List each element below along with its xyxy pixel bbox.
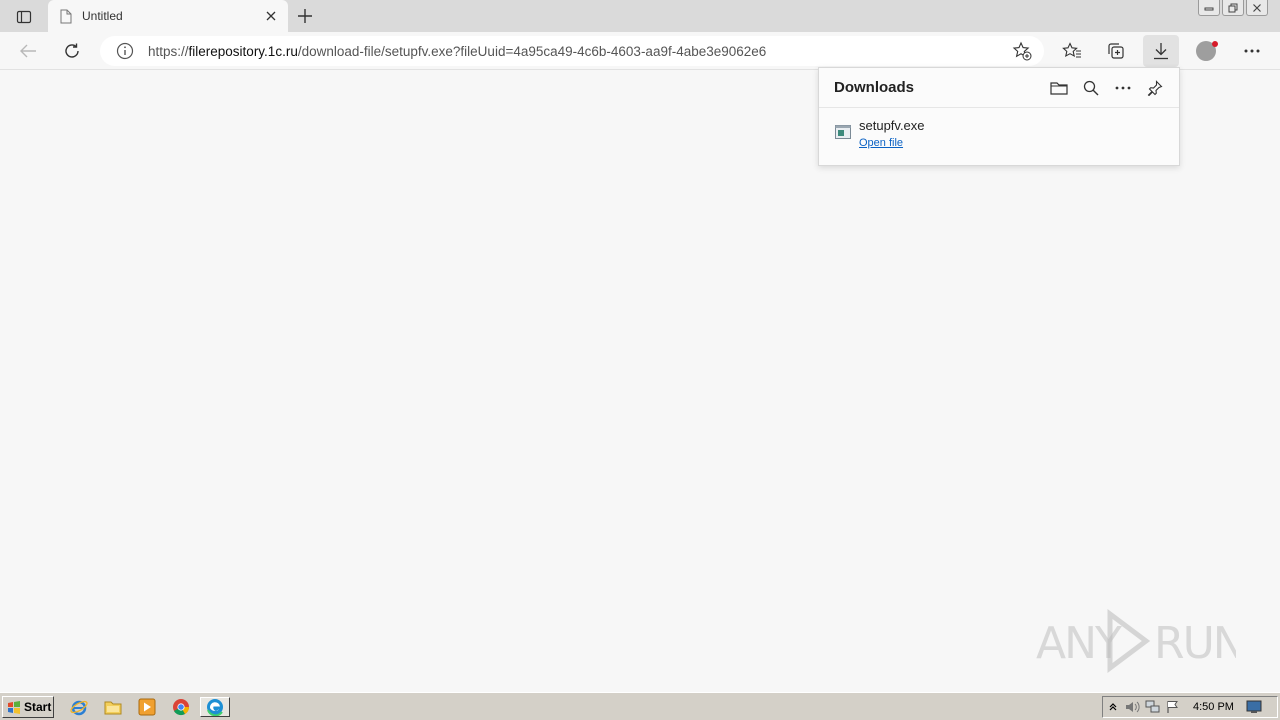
site-info-icon[interactable] [116,42,134,60]
start-label: Start [24,700,52,714]
refresh-icon [65,43,79,58]
search-downloads-button[interactable] [1079,76,1103,100]
edge-icon [207,699,223,716]
flag-icon [1167,701,1178,713]
download-icon [1154,43,1168,60]
network-button[interactable] [1143,698,1163,716]
taskbar-edge-button[interactable] [200,697,230,717]
add-favorite-button[interactable] [1012,41,1032,61]
search-icon [1083,80,1099,96]
browser-toolbar: https://filerepository.1c.ru/download-fi… [0,32,1280,70]
favorites-button[interactable] [1057,37,1087,65]
refresh-button[interactable] [57,37,87,65]
folder-explorer-icon [104,701,122,715]
download-item[interactable]: setupfv.exe Open file [835,118,925,151]
downloads-panel: Downloads setupfv.exe Open file [818,67,1180,166]
pin-icon [1147,80,1163,96]
network-icon [1145,700,1160,713]
restore-button[interactable] [1222,0,1244,16]
tab-close-button[interactable] [264,9,278,23]
downloads-panel-title: Downloads [834,79,915,96]
taskbar: Start 4:50 PM [0,692,1280,720]
media-player-icon [138,698,156,716]
address-bar[interactable]: https://filerepository.1c.ru/download-fi… [100,36,1044,66]
favorites-icon [1062,42,1081,58]
open-file-link[interactable]: Open file [859,137,903,149]
profile-notification-dot [1212,41,1218,47]
start-button[interactable]: Start [2,696,54,718]
tab-title: Untitled [82,9,123,23]
collections-button[interactable] [1101,37,1131,65]
folder-icon [1050,82,1068,95]
desktop-icon [1246,700,1262,713]
anyrun-logo: ANY RUN [1036,609,1236,673]
tab-actions-icon [16,10,32,24]
internet-explorer-icon [70,700,88,716]
close-window-button[interactable] [1246,0,1268,16]
tab-strip: Untitled [0,0,1280,32]
close-window-icon [1253,3,1261,12]
page-icon [60,9,72,23]
volume-button[interactable] [1123,698,1143,716]
more-icon [1244,49,1260,53]
clock[interactable]: 4:50 PM [1193,701,1234,713]
collections-icon [1108,43,1124,59]
taskbar-chrome-button[interactable] [170,697,192,717]
action-center-button[interactable] [1163,698,1183,716]
taskbar-ie-button[interactable] [68,697,90,717]
system-tray: 4:50 PM [1102,696,1278,718]
taskbar-explorer-button[interactable] [102,697,124,717]
plus-icon [298,9,312,23]
more-download-options-button[interactable] [1111,76,1135,100]
anyrun-watermark: ANY RUN [1036,606,1236,676]
url-path: /download-file/setupfv.exe?fileUuid=4a95… [297,43,767,59]
browser-tab[interactable]: Untitled [48,0,288,32]
add-favorite-icon [1012,41,1032,61]
downloads-panel-actions [1047,76,1167,100]
speaker-icon [1126,701,1140,713]
show-hidden-icons-button[interactable] [1103,698,1123,716]
taskbar-media-player-button[interactable] [136,697,158,717]
back-button[interactable] [13,37,43,65]
close-icon [266,11,276,21]
restore-icon [1228,3,1238,12]
download-file-name: setupfv.exe [859,118,925,133]
tab-actions-button[interactable] [10,6,38,28]
pin-downloads-button[interactable] [1143,76,1167,100]
more-options-icon [1115,86,1131,90]
url-host: filerepository.1c.ru [188,43,298,59]
minimize-icon [1204,7,1214,10]
show-desktop-button[interactable] [1244,698,1264,716]
downloads-button[interactable] [1143,35,1179,67]
new-tab-button[interactable] [294,5,316,27]
exe-file-icon [835,125,851,139]
windows-flag-icon [8,700,20,714]
url-text[interactable]: https://filerepository.1c.ru/download-fi… [148,44,766,59]
back-arrow-icon [20,44,36,58]
minimize-button[interactable] [1198,0,1220,16]
chrome-icon [173,699,190,716]
open-downloads-folder-button[interactable] [1047,76,1071,100]
svg-text:RUN: RUN [1154,618,1236,669]
window-controls [1198,0,1268,18]
settings-more-button[interactable] [1237,37,1267,65]
url-scheme: https:// [148,43,189,59]
chevron-up-icon [1109,703,1117,711]
